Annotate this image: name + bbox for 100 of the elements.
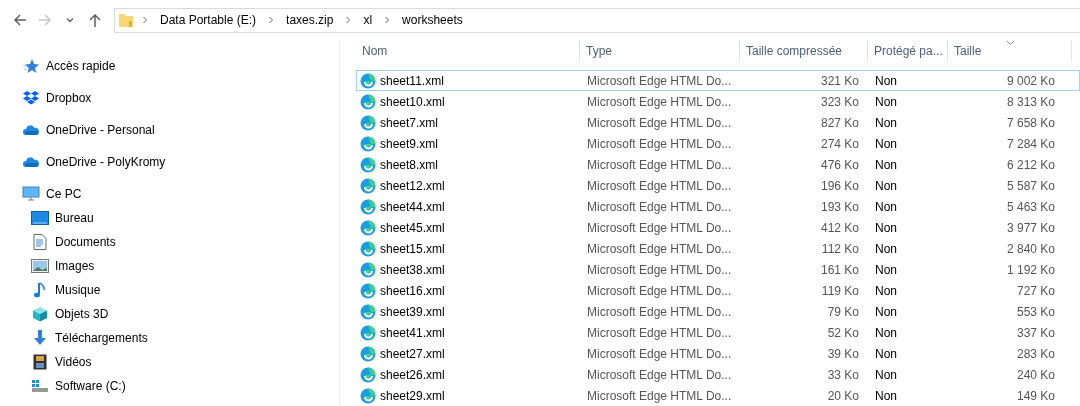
file-size: 7 284 Ko	[1005, 136, 1056, 151]
column-header[interactable]: Protégé pa...	[868, 40, 948, 62]
edge-file-icon	[360, 114, 376, 131]
compressed-size: 827 Ko	[819, 115, 860, 130]
drive-icon	[31, 379, 49, 393]
file-name[interactable]: sheet7.xml	[380, 115, 439, 130]
protection-status: Non	[874, 178, 898, 193]
sidebar-item[interactable]: Software (C:)	[55, 379, 126, 393]
protection-status: Non	[874, 220, 898, 235]
file-size: 337 Ko	[1015, 325, 1056, 340]
edge-file-icon	[360, 72, 376, 89]
picture-icon	[31, 259, 49, 273]
breadcrumb-item[interactable]: worksheets	[398, 13, 467, 27]
file-name[interactable]: sheet27.xml	[380, 346, 445, 361]
edge-file-icon	[360, 240, 376, 257]
edge-file-icon	[360, 261, 376, 278]
edge-file-icon	[360, 387, 376, 404]
computer-icon	[22, 186, 40, 202]
file-name[interactable]: sheet8.xml	[380, 157, 439, 172]
file-name[interactable]: sheet38.xml	[380, 262, 445, 277]
column-header[interactable]: Taille	[948, 40, 1072, 62]
file-name[interactable]: sheet12.xml	[380, 178, 445, 193]
sidebar-item[interactable]: Vidéos	[55, 355, 92, 369]
protection-status: Non	[874, 157, 898, 172]
compressed-size: 119 Ko	[820, 283, 860, 298]
protection-status: Non	[874, 199, 898, 214]
protection-status: Non	[874, 346, 898, 361]
file-type: Microsoft Edge HTML Do...	[586, 283, 733, 298]
edge-file-icon	[360, 303, 376, 320]
sidebar-item[interactable]: Bureau	[55, 211, 94, 225]
file-name[interactable]: sheet29.xml	[380, 388, 445, 403]
protection-status: Non	[874, 115, 898, 130]
file-name[interactable]: sheet41.xml	[380, 325, 445, 340]
file-size: 5 463 Ko	[1005, 199, 1056, 214]
compressed-size: 193 Ko	[819, 199, 860, 214]
file-name[interactable]: sheet11.xml	[380, 73, 444, 88]
compressed-size: 20 Ko	[826, 388, 860, 403]
file-type: Microsoft Edge HTML Do...	[586, 220, 733, 235]
protection-status: Non	[874, 94, 898, 109]
edge-file-icon	[360, 219, 376, 236]
cloud-icon	[23, 122, 39, 138]
folder-icon	[118, 12, 134, 28]
edge-file-icon	[360, 135, 376, 152]
file-size: 9 002 Ko	[1005, 73, 1056, 88]
file-type: Microsoft Edge HTML Do...	[586, 388, 733, 403]
column-header[interactable]: Taille compressée	[740, 40, 868, 62]
file-type: Microsoft Edge HTML Do...	[586, 325, 733, 340]
protection-status: Non	[874, 325, 898, 340]
file-name[interactable]: sheet39.xml	[380, 304, 445, 319]
sidebar-item[interactable]: Téléchargements	[55, 331, 148, 345]
file-name[interactable]: sheet16.xml	[380, 283, 445, 298]
file-type: Microsoft Edge HTML Do...	[586, 346, 733, 361]
file-name[interactable]: sheet45.xml	[380, 220, 445, 235]
sidebar-item[interactable]: OneDrive - PolyKromy	[46, 155, 166, 169]
file-name[interactable]: sheet9.xml	[380, 136, 439, 151]
breadcrumb-item[interactable]: taxes.zip	[282, 13, 338, 27]
file-name[interactable]: sheet26.xml	[380, 367, 445, 382]
sidebar-item[interactable]: Objets 3D	[55, 307, 109, 321]
desktop-icon	[31, 211, 49, 225]
compressed-size: 112 Ko	[820, 241, 860, 256]
star-icon	[23, 58, 39, 74]
file-size: 7 658 Ko	[1005, 115, 1056, 130]
left-arrow-icon	[12, 12, 28, 28]
edge-file-icon	[360, 156, 376, 173]
sidebar-item[interactable]: Accès rapide	[46, 59, 116, 73]
compressed-size: 321 Ko	[819, 73, 860, 88]
edge-file-icon	[360, 366, 376, 383]
cube-icon	[32, 306, 48, 322]
file-name[interactable]: sheet15.xml	[380, 241, 445, 256]
file-name[interactable]: sheet10.xml	[380, 94, 445, 109]
edge-file-icon	[360, 345, 376, 362]
sidebar-item[interactable]: Dropbox	[46, 91, 92, 105]
breadcrumb-item[interactable]: Data Portable (E:)	[156, 13, 261, 27]
download-icon	[32, 330, 48, 346]
file-type: Microsoft Edge HTML Do...	[586, 73, 733, 88]
sidebar-item[interactable]: Images	[55, 259, 95, 273]
sidebar-item[interactable]: Ce PC	[46, 187, 82, 201]
file-size: 8 313 Ko	[1005, 94, 1056, 109]
file-type: Microsoft Edge HTML Do...	[586, 94, 733, 109]
edge-file-icon	[360, 177, 376, 194]
cloud-icon	[23, 154, 39, 170]
compressed-size: 52 Ko	[826, 325, 860, 340]
column-header[interactable]: Type	[580, 40, 740, 62]
sidebar-item[interactable]: Musique	[55, 283, 101, 297]
file-type: Microsoft Edge HTML Do...	[586, 178, 733, 193]
breadcrumb-item[interactable]: xl	[359, 13, 377, 27]
chevron-down-icon	[65, 15, 75, 25]
file-size: 2 840 Ko	[1005, 241, 1056, 256]
dropbox-icon	[23, 90, 39, 106]
up-arrow-icon	[87, 12, 103, 28]
focused-row[interactable]: sheet11.xml Microsoft Edge HTML Do... 321 Ko Non 9 002 Ko	[356, 70, 1080, 91]
sort-caret-icon	[1006, 40, 1015, 46]
address-bar[interactable]: Data Portable (E:) taxes.zip xl worksheets	[114, 7, 1080, 33]
sidebar-item[interactable]: Documents	[55, 235, 116, 249]
compressed-size: 39 Ko	[826, 346, 860, 361]
file-type: Microsoft Edge HTML Do...	[586, 115, 733, 130]
file-type: Microsoft Edge HTML Do...	[586, 241, 733, 256]
column-header[interactable]: Nom	[356, 40, 580, 62]
sidebar-item[interactable]: OneDrive - Personal	[46, 123, 155, 137]
file-name[interactable]: sheet44.xml	[380, 199, 445, 214]
